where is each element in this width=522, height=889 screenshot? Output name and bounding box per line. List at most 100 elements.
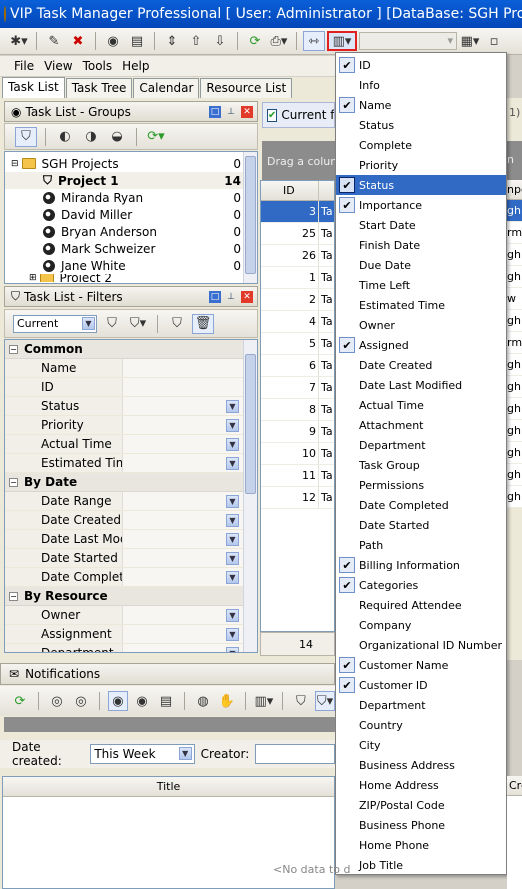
- panel-pin-icon[interactable]: ⊥: [225, 291, 237, 303]
- column-menu-item[interactable]: City: [336, 735, 506, 755]
- view-icon[interactable]: ◉: [102, 31, 124, 51]
- column-menu-item[interactable]: ✔ Customer ID: [336, 675, 506, 695]
- chevron-down-icon[interactable]: ▼: [226, 400, 239, 413]
- tab-calendar[interactable]: Calendar: [133, 78, 200, 98]
- tree-item-mark-schweizer[interactable]: Mark Schweizer 0: [5, 240, 257, 257]
- collapse-icon[interactable]: −: [9, 477, 18, 487]
- tree-item-jane-white[interactable]: Jane White 0: [5, 257, 257, 274]
- filter-row[interactable]: Owner ▼: [5, 606, 243, 625]
- column-menu-item[interactable]: ✔ ID: [336, 55, 506, 75]
- column-menu-item[interactable]: Permissions: [336, 475, 506, 495]
- chevron-down-icon[interactable]: ▼: [226, 438, 239, 451]
- chevron-down-icon[interactable]: ▼: [226, 552, 239, 565]
- task-row[interactable]: 7 Ta: [261, 377, 334, 399]
- column-menu-item[interactable]: Actual Time: [336, 395, 506, 415]
- filter-row-value[interactable]: [123, 644, 243, 652]
- column-menu-item[interactable]: ✔ Assigned: [336, 335, 506, 355]
- column-menu-item[interactable]: Country: [336, 715, 506, 735]
- column-menu-item[interactable]: Date Last Modified: [336, 375, 506, 395]
- column-menu-item[interactable]: ZIP/Postal Code: [336, 795, 506, 815]
- filter-clear-icon[interactable]: ⛉: [166, 314, 188, 334]
- notify-view-icon[interactable]: ◉: [107, 691, 129, 711]
- column-menu-item[interactable]: Company: [336, 615, 506, 635]
- tree-item-bryan-anderson[interactable]: Bryan Anderson 0: [5, 223, 257, 240]
- column-menu-item[interactable]: Owner: [336, 315, 506, 335]
- properties-icon[interactable]: ▤: [126, 31, 148, 51]
- tree-item-project-2[interactable]: ⊞ Project 2: [5, 274, 257, 282]
- collapse-icon[interactable]: −: [9, 591, 18, 601]
- column-menu-item[interactable]: Priority: [336, 155, 506, 175]
- column-menu-item[interactable]: Date Created: [336, 355, 506, 375]
- column-header-title[interactable]: Title: [157, 777, 181, 796]
- move-up-icon[interactable]: ⇧: [185, 31, 207, 51]
- refresh-notifications-icon[interactable]: ⟳: [10, 691, 30, 711]
- refresh-icon[interactable]: ⟳: [244, 31, 266, 51]
- mark-all-read-icon[interactable]: ◎: [71, 691, 91, 711]
- filter-toggle-icon[interactable]: ⛉: [15, 126, 37, 147]
- column-menu-item[interactable]: Organizational ID Number: [336, 635, 506, 655]
- edit-group-icon[interactable]: ◑: [80, 127, 102, 147]
- filter-row-value[interactable]: [123, 625, 243, 643]
- column-menu-item[interactable]: Status: [336, 115, 506, 135]
- filter-row[interactable]: Date Completed ▼: [5, 568, 243, 587]
- filter-row[interactable]: Name: [5, 359, 243, 378]
- panel-close-icon[interactable]: ✕: [241, 105, 253, 118]
- notify-doc-icon[interactable]: ▤: [156, 691, 176, 711]
- filters-scrollbar[interactable]: [243, 340, 257, 652]
- refresh-groups-icon[interactable]: ⟳▾: [145, 127, 167, 147]
- edit-task-icon[interactable]: ✎: [43, 31, 65, 51]
- chevron-down-icon[interactable]: ▼: [226, 628, 239, 641]
- chevron-down-icon[interactable]: ▼: [226, 495, 239, 508]
- column-menu-item[interactable]: Required Attendee: [336, 595, 506, 615]
- chevron-down-icon[interactable]: ▼: [226, 533, 239, 546]
- menu-file[interactable]: File: [14, 59, 34, 73]
- groups-scrollbar[interactable]: [243, 152, 257, 283]
- column-menu-item[interactable]: ✔ Importance: [336, 195, 506, 215]
- filter-apply-icon[interactable]: ⛉: [101, 314, 123, 334]
- column-menu-item[interactable]: Date Started: [336, 515, 506, 535]
- collapse-icon[interactable]: ⊟: [11, 159, 19, 169]
- filter-row-value[interactable]: [123, 397, 243, 415]
- chevron-down-icon[interactable]: ▼: [226, 514, 239, 527]
- column-header-importance[interactable]: npo: [507, 180, 522, 200]
- print-icon[interactable]: ⎙▾: [268, 31, 290, 51]
- column-menu-item[interactable]: Department: [336, 435, 506, 455]
- task-row[interactable]: 12 Ta: [261, 487, 334, 509]
- column-menu-item[interactable]: ✔ Billing Information: [336, 555, 506, 575]
- filter-row-value[interactable]: [123, 549, 243, 567]
- filter-row-value[interactable]: [123, 435, 243, 453]
- task-row[interactable]: 26 Ta: [261, 245, 334, 267]
- filter-row[interactable]: Date Started ▼: [5, 549, 243, 568]
- delete-task-icon[interactable]: ✖: [67, 31, 89, 51]
- chevron-down-icon[interactable]: ▼: [226, 571, 239, 584]
- task-row[interactable]: 11 Ta: [261, 465, 334, 487]
- filter-preset-select[interactable]: Current ▼: [13, 314, 97, 333]
- column-menu-item[interactable]: Home Address: [336, 775, 506, 795]
- filter-delete-icon[interactable]: 🗑: [192, 313, 214, 334]
- move-down-icon[interactable]: ⇕: [161, 31, 183, 51]
- column-menu-item[interactable]: Attachment: [336, 415, 506, 435]
- expand-icon[interactable]: ⊞: [29, 274, 37, 282]
- filter-row-value[interactable]: [123, 606, 243, 624]
- filter-row[interactable]: Date Last Modified ▼: [5, 530, 243, 549]
- notify-filter-icon[interactable]: ⛉: [291, 691, 311, 711]
- column-menu-item[interactable]: Info: [336, 75, 506, 95]
- filter-row[interactable]: Date Range ▼: [5, 492, 243, 511]
- filter-row[interactable]: Date Created ▼: [5, 511, 243, 530]
- panel-close-icon[interactable]: ✕: [241, 290, 253, 303]
- column-menu-item[interactable]: Business Address: [336, 755, 506, 775]
- delete-group-icon[interactable]: ◒: [106, 127, 128, 147]
- task-row[interactable]: 1 Ta: [261, 267, 334, 289]
- column-menu-item[interactable]: Finish Date: [336, 235, 506, 255]
- add-group-icon[interactable]: ◐: [54, 127, 76, 147]
- columns-chooser-button[interactable]: ▥▾: [327, 31, 357, 51]
- menu-help[interactable]: Help: [122, 59, 149, 73]
- task-row[interactable]: 8 Ta: [261, 399, 334, 421]
- notify-pin-icon[interactable]: ✋: [217, 691, 237, 711]
- notify-delete-icon[interactable]: ◍: [193, 691, 213, 711]
- fit-columns-icon[interactable]: ⇿: [303, 31, 325, 51]
- column-menu-item[interactable]: ✔ Customer Name: [336, 655, 506, 675]
- task-row[interactable]: 6 Ta: [261, 355, 334, 377]
- filter-row[interactable]: Assignment ▼: [5, 625, 243, 644]
- column-menu-item[interactable]: Estimated Time: [336, 295, 506, 315]
